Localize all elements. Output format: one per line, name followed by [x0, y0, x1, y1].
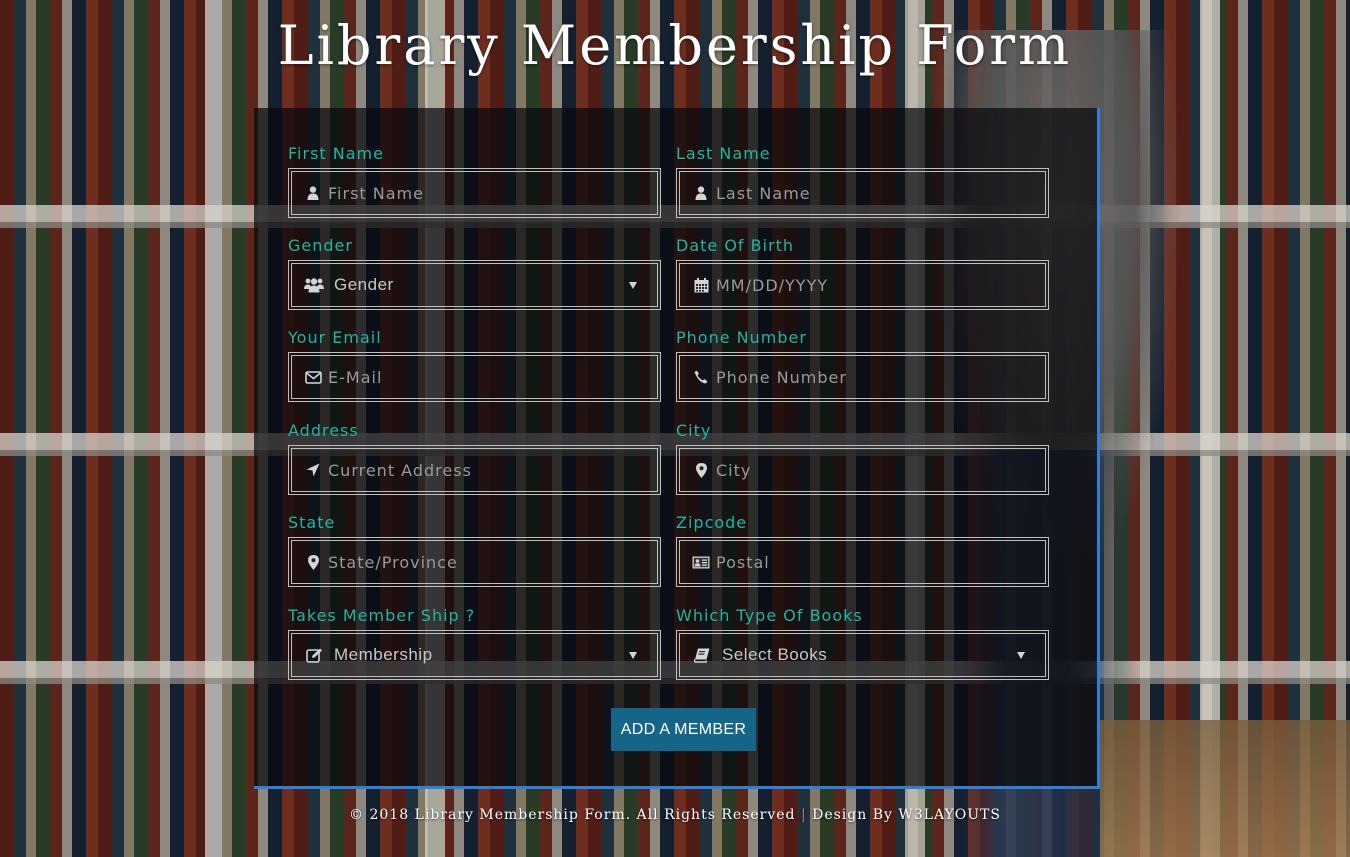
phone-label: Phone Number — [676, 328, 807, 347]
zipcode-box[interactable] — [676, 537, 1049, 587]
date-of-birth-box[interactable] — [676, 260, 1049, 310]
first-name-input[interactable] — [328, 183, 657, 203]
users-icon — [304, 276, 324, 294]
footer-design-by: Design By — [812, 807, 893, 823]
last-name-box[interactable] — [676, 168, 1049, 218]
zipcode-input[interactable] — [716, 552, 1045, 572]
email-label: Your Email — [288, 328, 382, 347]
state-input[interactable] — [328, 552, 657, 572]
books-selected-value: Select Books — [722, 645, 828, 664]
user-icon — [692, 184, 710, 202]
address-card-icon — [692, 553, 710, 571]
membership-select[interactable]: Membership — [288, 630, 661, 680]
phone-icon — [692, 368, 710, 386]
book-icon — [692, 646, 712, 664]
location-arrow-icon — [304, 461, 322, 479]
city-label: City — [676, 421, 712, 440]
map-marker-icon — [692, 461, 710, 479]
chevron-down-icon — [629, 651, 637, 659]
first-name-label: First Name — [288, 144, 384, 163]
field-last-name: Last Name — [676, 144, 1050, 218]
date-of-birth-label: Date Of Birth — [676, 236, 795, 255]
zipcode-label: Zipcode — [676, 513, 748, 532]
footer-separator: | — [800, 807, 807, 823]
chevron-down-icon — [1017, 651, 1025, 659]
phone-input[interactable] — [716, 367, 1045, 387]
footer-copyright: © 2018 Library Membership Form. All Righ… — [349, 807, 796, 823]
field-address: Address — [288, 421, 662, 495]
city-input[interactable] — [716, 460, 1045, 480]
last-name-input[interactable] — [716, 183, 1045, 203]
address-box[interactable] — [288, 445, 661, 495]
page-title: Library Membership Form — [277, 14, 1073, 77]
gender-selected-value: Gender — [334, 275, 394, 294]
field-phone: Phone Number — [676, 328, 1050, 402]
add-member-button[interactable]: ADD A MEMBER — [611, 708, 756, 751]
field-books: Which Type Of Books Select Books — [676, 606, 1050, 680]
envelope-icon — [304, 368, 322, 386]
field-first-name: First Name — [288, 144, 662, 218]
edit-icon — [304, 646, 324, 664]
state-label: State — [288, 513, 336, 532]
last-name-label: Last Name — [676, 144, 771, 163]
address-label: Address — [288, 421, 359, 440]
chevron-down-icon — [629, 281, 637, 289]
footer: © 2018 Library Membership Form. All Righ… — [0, 807, 1350, 823]
email-input[interactable] — [328, 367, 657, 387]
first-name-box[interactable] — [288, 168, 661, 218]
background-floor — [1100, 720, 1350, 857]
field-state: State — [288, 513, 662, 587]
field-city: City — [676, 421, 1050, 495]
field-gender: Gender Gender — [288, 236, 662, 310]
field-email: Your Email — [288, 328, 662, 402]
city-box[interactable] — [676, 445, 1049, 495]
phone-box[interactable] — [676, 352, 1049, 402]
user-icon — [304, 184, 322, 202]
books-label: Which Type Of Books — [676, 606, 863, 625]
gender-label: Gender — [288, 236, 353, 255]
email-box[interactable] — [288, 352, 661, 402]
books-select[interactable]: Select Books — [676, 630, 1049, 680]
map-marker-icon — [304, 553, 322, 571]
gender-select[interactable]: Gender — [288, 260, 661, 310]
field-membership: Takes Member Ship ? Membership — [288, 606, 662, 680]
membership-label: Takes Member Ship ? — [288, 606, 476, 625]
footer-designer-link[interactable]: W3LAYOUTS — [898, 807, 1001, 823]
field-zipcode: Zipcode — [676, 513, 1050, 587]
state-box[interactable] — [288, 537, 661, 587]
membership-selected-value: Membership — [334, 645, 433, 664]
field-date-of-birth: Date Of Birth — [676, 236, 1050, 310]
calendar-icon — [692, 276, 710, 294]
address-input[interactable] — [328, 460, 657, 480]
date-of-birth-input[interactable] — [716, 275, 1045, 295]
